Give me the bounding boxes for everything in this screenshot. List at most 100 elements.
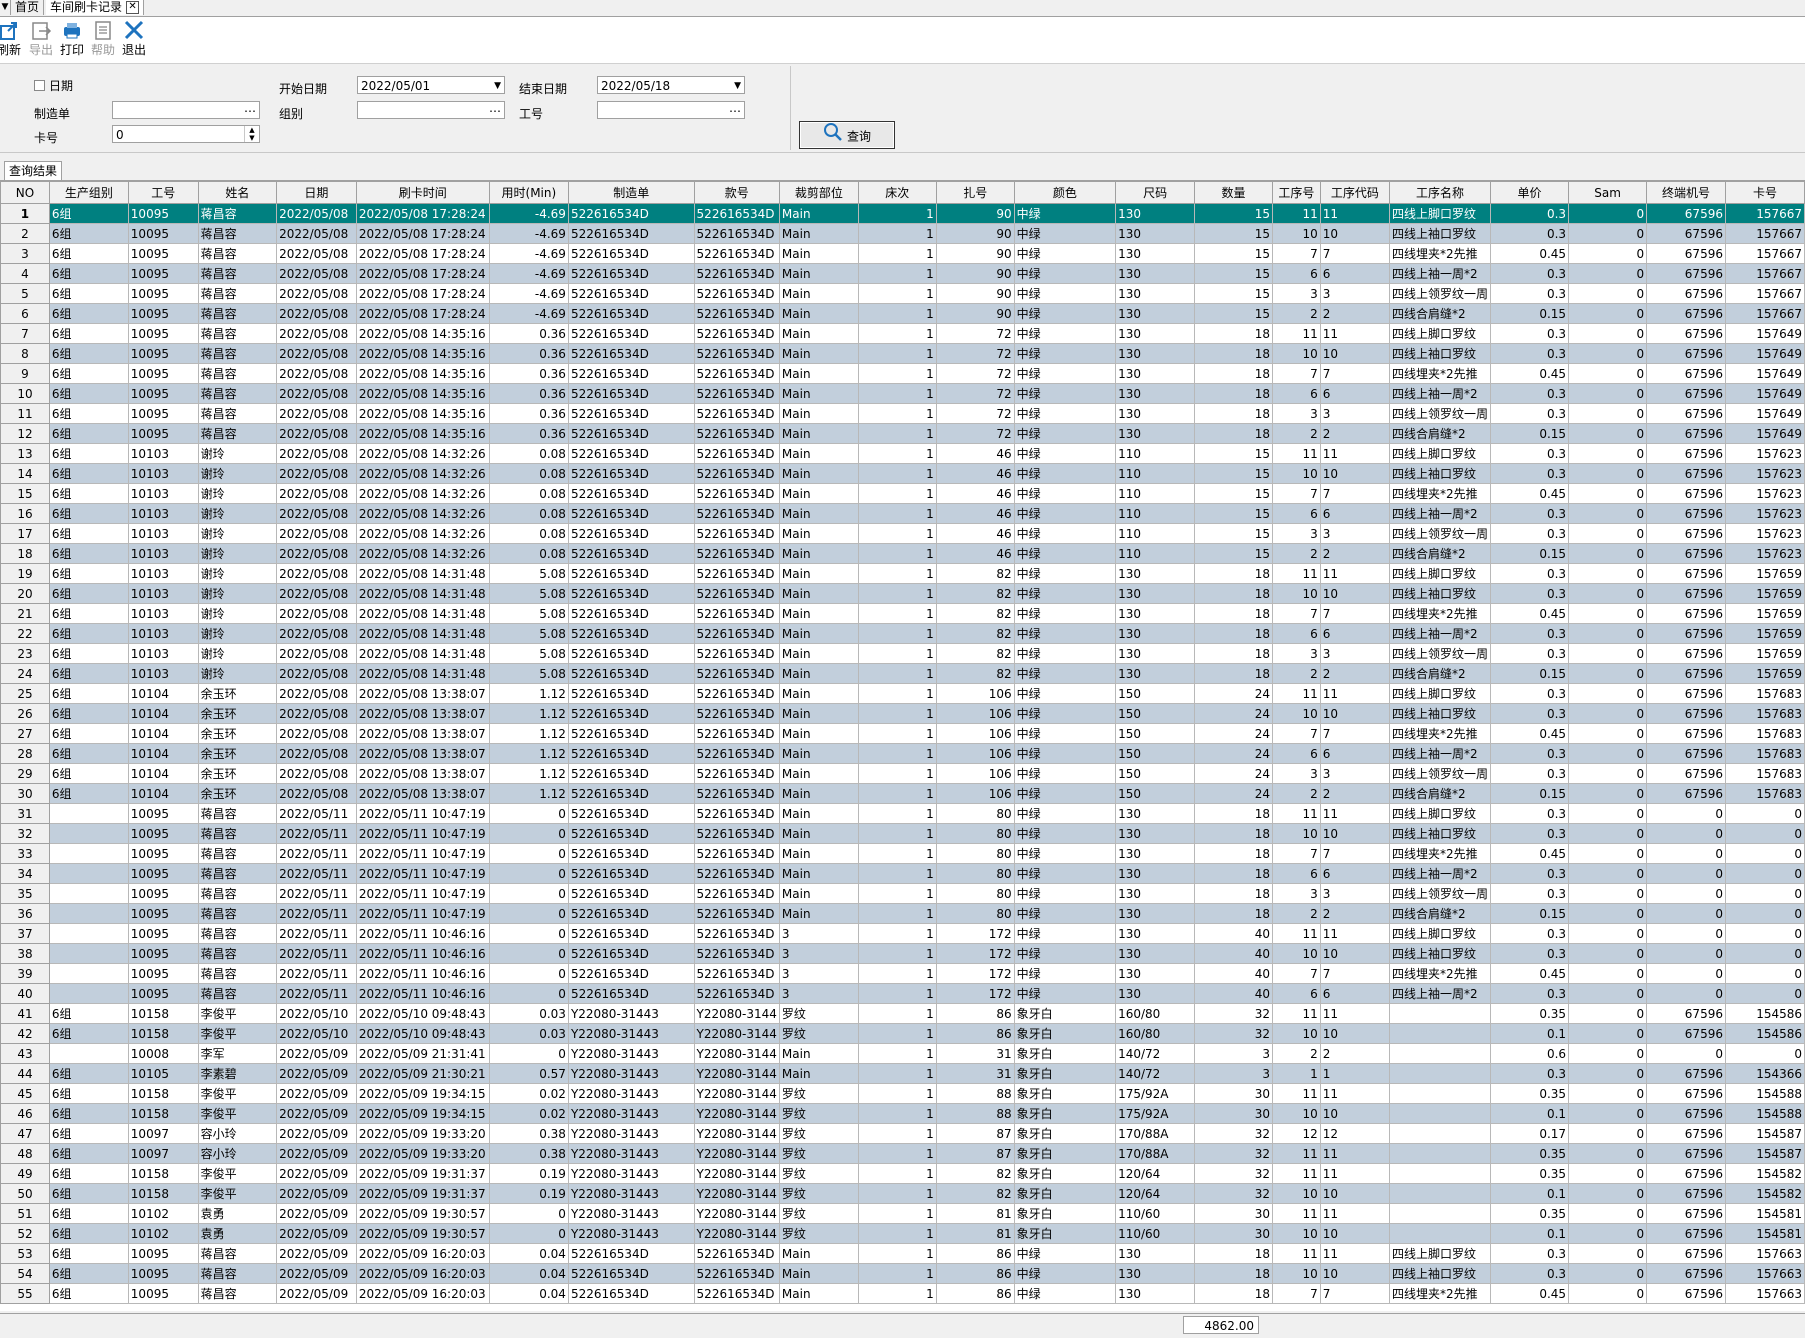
table-cell[interactable]: 2022/05/08 14:35:16	[355, 323, 490, 344]
table-cell[interactable]: 四线埋夹*2先推	[1389, 723, 1492, 744]
table-cell[interactable]: 0	[488, 943, 569, 964]
table-cell[interactable]: 82	[935, 643, 1015, 664]
table-cell[interactable]: 2022/05/08 17:28:24	[355, 203, 490, 224]
table-cell[interactable]: 余玉环	[197, 743, 278, 764]
table-cell[interactable]: Main	[778, 523, 859, 544]
row-number[interactable]: 19	[0, 563, 50, 584]
table-cell[interactable]: 80	[935, 843, 1015, 864]
table-cell[interactable]: 四线上袖一周*2	[1389, 383, 1492, 404]
table-cell[interactable]: 2022/05/09 21:30:21	[355, 1063, 490, 1084]
table-cell[interactable]: 522616534D	[693, 1283, 780, 1304]
table-cell[interactable]: 2	[1319, 663, 1391, 684]
table-cell[interactable]: 10103	[127, 583, 199, 604]
table-cell[interactable]: 中绿	[1013, 523, 1117, 544]
table-cell[interactable]: 2022/05/08	[276, 283, 357, 304]
table-cell[interactable]: 2022/05/11	[276, 923, 357, 944]
table-cell[interactable]: 7	[1272, 363, 1321, 384]
table-cell[interactable]: Main	[778, 423, 859, 444]
table-cell[interactable]: 81	[935, 1203, 1015, 1224]
table-cell[interactable]: 10095	[127, 903, 199, 924]
table-cell[interactable]: 2022/05/08	[276, 323, 357, 344]
table-cell[interactable]: 2022/05/09 19:34:15	[355, 1103, 490, 1124]
table-cell[interactable]: 0.35	[1490, 1003, 1570, 1024]
table-cell[interactable]: Main	[778, 363, 859, 384]
table-cell[interactable]: 1	[857, 383, 937, 404]
table-cell[interactable]: 157683	[1724, 723, 1805, 744]
table-cell[interactable]: 130	[1115, 923, 1196, 944]
table-cell[interactable]: Y22080-3144	[693, 1143, 780, 1164]
table-cell[interactable]: 0	[1568, 223, 1648, 244]
table-cell[interactable]: 154581	[1724, 1203, 1805, 1224]
row-number[interactable]: 6	[0, 303, 50, 324]
table-cell[interactable]: 82	[935, 623, 1015, 644]
table-cell[interactable]: 11	[1319, 923, 1391, 944]
table-cell[interactable]: 1	[857, 1263, 937, 1284]
table-cell[interactable]: 2022/05/11 10:47:19	[355, 903, 490, 924]
table-cell[interactable]: 6组	[48, 303, 129, 324]
table-cell[interactable]: 中绿	[1013, 263, 1117, 284]
table-cell[interactable]: 1	[857, 1223, 937, 1244]
table-cell[interactable]: 67596	[1646, 523, 1726, 544]
table-cell[interactable]: 522616534D	[693, 603, 780, 624]
table-cell[interactable]: 2022/05/08	[276, 743, 357, 764]
table-row[interactable]: 11 6组 10095 蒋昌容 2022/05/08 2022/05/08 14:35:1…	[0, 403, 1805, 424]
table-cell[interactable]: 67596	[1646, 1123, 1726, 1144]
table-cell[interactable]: 3	[1272, 523, 1321, 544]
table-row[interactable]: 28 6组 10104 余玉环 2022/05/08 2022/05/08 13:38:0…	[0, 743, 1805, 764]
table-cell[interactable]: 0	[1646, 823, 1726, 844]
table-cell[interactable]: 130	[1115, 283, 1196, 304]
table-row[interactable]: 32 10095 蒋昌容 2022/05/11 2022/05/11 10:47:19 0…	[0, 823, 1805, 844]
table-cell[interactable]: 522616534D	[693, 823, 780, 844]
table-cell[interactable]: 522616534D	[693, 763, 780, 784]
table-cell[interactable]: 32	[1194, 1143, 1274, 1164]
table-cell[interactable]: 2022/05/11	[276, 963, 357, 984]
table-cell[interactable]: 0.3	[1490, 1063, 1570, 1084]
table-cell[interactable]: 中绿	[1013, 503, 1117, 524]
table-cell[interactable]: 11	[1319, 1143, 1391, 1164]
table-cell[interactable]: 11	[1272, 203, 1321, 224]
table-cell[interactable]: 0.04	[488, 1243, 569, 1264]
table-cell[interactable]: 522616534D	[567, 643, 695, 664]
table-cell[interactable]: 67596	[1646, 1003, 1726, 1024]
table-cell[interactable]: 四线上袖口罗纹	[1389, 223, 1492, 244]
table-cell[interactable]: 10	[1319, 1023, 1391, 1044]
table-cell[interactable]: 24	[1194, 783, 1274, 804]
table-cell[interactable]: 0.36	[488, 403, 569, 424]
table-cell[interactable]: 1	[857, 423, 937, 444]
table-cell[interactable]: 6	[1319, 863, 1391, 884]
table-cell[interactable]: 10103	[127, 563, 199, 584]
table-cell[interactable]: 2022/05/09 19:34:15	[355, 1083, 490, 1104]
table-cell[interactable]: 18	[1194, 603, 1274, 624]
table-cell[interactable]: 18	[1194, 883, 1274, 904]
table-cell[interactable]: 1	[857, 403, 937, 424]
table-cell[interactable]: 154587	[1724, 1143, 1805, 1164]
row-number[interactable]: 12	[0, 423, 50, 444]
table-cell[interactable]: 6组	[48, 1083, 129, 1104]
print-button[interactable]: 打印	[57, 19, 87, 63]
table-cell[interactable]: 522616534D	[693, 383, 780, 404]
table-cell[interactable]: 67596	[1646, 603, 1726, 624]
table-cell[interactable]: 1	[857, 343, 937, 364]
table-cell[interactable]: 3	[1272, 283, 1321, 304]
table-cell[interactable]: 3	[778, 983, 859, 1004]
table-cell[interactable]: 1	[857, 723, 937, 744]
table-cell[interactable]: 2022/05/11 10:47:19	[355, 843, 490, 864]
table-cell[interactable]: 四线上脚口罗纹	[1389, 683, 1492, 704]
table-cell[interactable]: 522616534D	[693, 583, 780, 604]
table-cell[interactable]: 157623	[1724, 543, 1805, 564]
column-header[interactable]: 数量	[1194, 181, 1274, 204]
table-cell[interactable]: 522616534D	[567, 723, 695, 744]
table-cell[interactable]: 1	[857, 323, 937, 344]
table-cell[interactable]: 10	[1272, 823, 1321, 844]
table-cell[interactable]: 2022/05/08	[276, 403, 357, 424]
table-cell[interactable]: 0.3	[1490, 283, 1570, 304]
table-cell[interactable]: 10	[1272, 1263, 1321, 1284]
table-row[interactable]: 34 10095 蒋昌容 2022/05/11 2022/05/11 10:47:19 0…	[0, 863, 1805, 884]
table-cell[interactable]: 2022/05/08 17:28:24	[355, 303, 490, 324]
table-cell[interactable]: 18	[1194, 803, 1274, 824]
table-cell[interactable]: 88	[935, 1103, 1015, 1124]
table-cell[interactable]: 130	[1115, 803, 1196, 824]
table-cell[interactable]: 87	[935, 1123, 1015, 1144]
table-cell[interactable]: 10095	[127, 363, 199, 384]
table-cell[interactable]: 522616534D	[567, 883, 695, 904]
